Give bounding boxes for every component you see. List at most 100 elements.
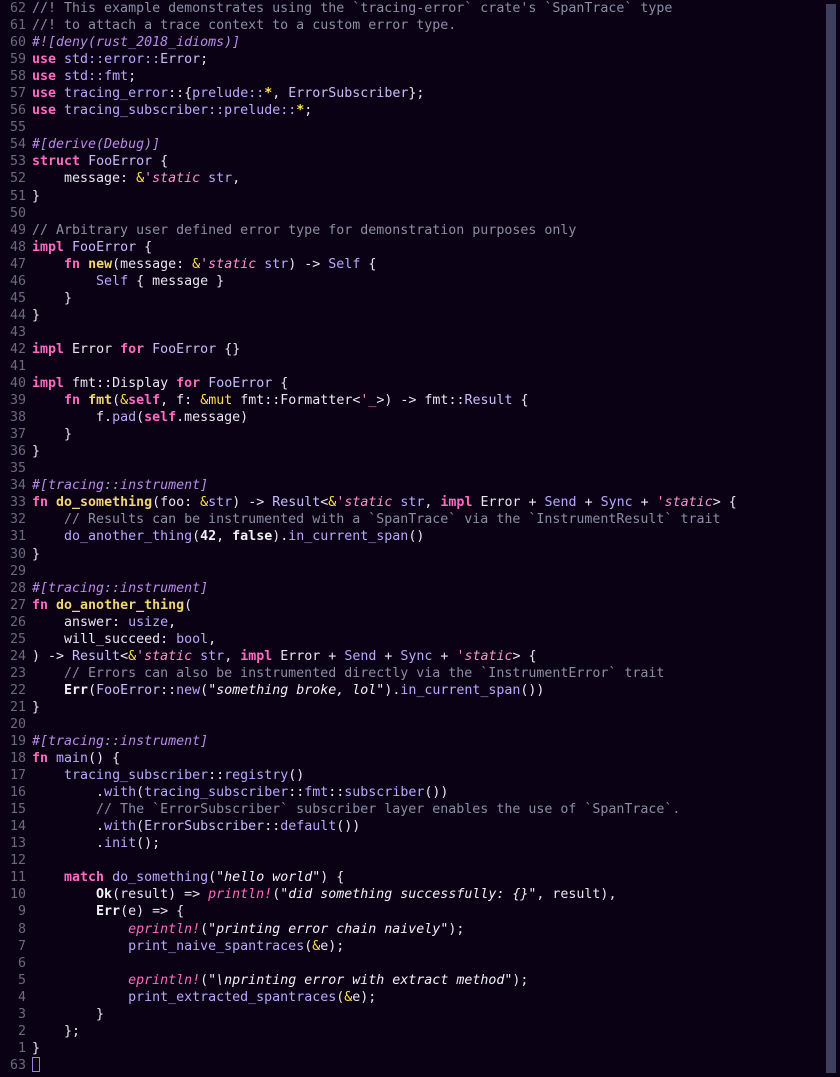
line-number: 57	[9, 86, 26, 102]
code-line[interactable]: 24) -> Result<&'static str, impl Error +…	[0, 648, 840, 665]
code-lines-container[interactable]: 62//! This example demonstrates using th…	[0, 0, 840, 1074]
code-line[interactable]: 8 eprintln!("printing error chain naivel…	[0, 921, 840, 938]
code-line[interactable]: 49 // Arbitrary user defined error type f…	[0, 222, 840, 239]
code-line[interactable]: 57 use tracing_error::{prelude::*, ErrorS…	[0, 85, 840, 102]
line-number: 37	[9, 427, 26, 443]
code-line[interactable]: 56 use tracing_subscriber::prelude::*;	[0, 102, 840, 119]
code-line[interactable]: 13 .init();	[0, 835, 840, 852]
code-token: ::	[144, 52, 161, 68]
code-line[interactable]: 54 #[derive(Debug)]	[0, 136, 840, 153]
code-line[interactable]: 45 }	[0, 290, 840, 307]
code-line[interactable]: 47 fn new(message: &'static str) -> Self…	[0, 256, 840, 273]
line-number: 34	[9, 478, 26, 494]
code-line[interactable]: 15 // The `ErrorSubscriber` subscriber l…	[0, 801, 840, 818]
code-line[interactable]: 46 Self { message }	[0, 273, 840, 290]
code-line[interactable]: 60 #![deny(rust_2018_idioms)]	[0, 34, 840, 51]
code-line[interactable]: 62 //! This example demonstrates using th…	[0, 0, 840, 17]
code-line[interactable]: 20	[0, 716, 840, 733]
vertical-scrollbar-thumb[interactable]	[826, 4, 836, 1073]
code-line[interactable]: 25 will_succeed: bool,	[0, 631, 840, 648]
code-line[interactable]: 58 use std::fmt;	[0, 68, 840, 85]
code-token: default	[280, 819, 337, 835]
code-token: () {	[88, 751, 121, 767]
code-line[interactable]: 5 eprintln!("\nprinting error with extra…	[0, 972, 840, 989]
code-line[interactable]: 29	[0, 563, 840, 580]
code-line[interactable]: 44}	[0, 307, 840, 324]
code-line-text: message: &'static str,	[32, 170, 840, 187]
code-line[interactable]: 34 #[tracing::instrument]	[0, 477, 840, 494]
code-line[interactable]: 41	[0, 358, 840, 375]
code-token: Ok	[96, 887, 113, 903]
vertical-scrollbar-track[interactable]	[822, 0, 840, 1077]
code-line[interactable]: 33 fn do_something(foo: &str) -> Result<&…	[0, 494, 840, 511]
code-line[interactable]: 55	[0, 119, 840, 136]
code-line[interactable]: 26 answer: usize,	[0, 614, 840, 631]
code-line[interactable]: 16 .with(tracing_subscriber::fmt::subscr…	[0, 784, 840, 801]
current-line[interactable]: 63	[0, 1056, 840, 1074]
code-token: match	[64, 870, 105, 886]
code-line[interactable]: 27 fn do_another_thing(	[0, 597, 840, 614]
code-token: +	[376, 648, 401, 664]
code-line[interactable]: 61 //! to attach a trace context to a cus…	[0, 17, 840, 34]
code-line[interactable]: 4 print_extracted_spantraces(&e);	[0, 989, 840, 1006]
code-token: tracing_subscriber	[144, 785, 289, 801]
code-line[interactable]: 51}	[0, 188, 840, 205]
code-line[interactable]: 21}	[0, 699, 840, 716]
code-line[interactable]: 50	[0, 205, 840, 222]
code-token: ::	[328, 785, 345, 801]
code-token: will_succeed:	[32, 631, 177, 647]
code-line-text: fn do_another_thing(	[32, 597, 840, 614]
code-line[interactable]: 10 Ok(result) => println!("did something…	[0, 886, 840, 903]
code-line[interactable]: 9 Err(e) => {	[0, 903, 840, 920]
code-line[interactable]: 38 f.pad(self.message)	[0, 409, 840, 426]
code-line[interactable]: 59 use std::error::Error;	[0, 51, 840, 68]
code-line[interactable]: 18 fn main() {	[0, 750, 840, 767]
code-line[interactable]: 52 message: &'static str,	[0, 170, 840, 187]
code-token: }	[32, 699, 41, 715]
code-line[interactable]: 48 impl FooError {	[0, 239, 840, 256]
code-token: .message)	[176, 410, 249, 426]
code-line[interactable]: 35	[0, 460, 840, 477]
code-line[interactable]: 6	[0, 955, 840, 972]
code-line[interactable]: 17 tracing_subscriber::registry()	[0, 767, 840, 784]
line-number: 45	[9, 290, 26, 306]
code-line[interactable]: 7 print_naive_spantraces(&e);	[0, 938, 840, 955]
code-token: ,	[424, 495, 441, 511]
code-token: Formatter	[280, 393, 353, 409]
code-line[interactable]: 53 struct FooError {	[0, 153, 840, 170]
code-line-text: .init();	[32, 835, 840, 852]
code-token: &	[136, 171, 145, 187]
code-line[interactable]: 36}	[0, 443, 840, 460]
code-line[interactable]: 12	[0, 852, 840, 869]
code-line[interactable]: 42 impl Error for FooError {}	[0, 341, 840, 358]
code-line[interactable]: 14 .with(ErrorSubscriber::default())	[0, 818, 840, 835]
code-line[interactable]: 2 };	[0, 1023, 840, 1040]
code-line[interactable]: 37 }	[0, 426, 840, 443]
code-line[interactable]: 1}	[0, 1040, 840, 1057]
code-token: ErrorSubscriber	[144, 819, 265, 835]
code-editor[interactable]: 62//! This example demonstrates using th…	[0, 0, 840, 1077]
code-line[interactable]: 32 // Results can be instrumented with a…	[0, 511, 840, 528]
code-line[interactable]: 3 }	[0, 1006, 840, 1023]
code-line[interactable]: 31 do_another_thing(42, false).in_curren…	[0, 528, 840, 545]
code-token: eprintln!	[128, 921, 201, 937]
code-token: fn	[64, 393, 81, 409]
code-line[interactable]: 28 #[tracing::instrument]	[0, 580, 840, 597]
code-line-text: // Errors can also be instrumented direc…	[32, 665, 840, 682]
code-token: Self	[96, 273, 129, 289]
code-line[interactable]: 19 #[tracing::instrument]	[0, 733, 840, 750]
code-line[interactable]: 23 // Errors can also be instrumented di…	[0, 665, 840, 682]
code-line[interactable]: 30}	[0, 546, 840, 563]
code-line[interactable]: 43	[0, 324, 840, 341]
code-line-text: tracing_subscriber::registry()	[32, 767, 840, 784]
code-line[interactable]: 39 fn fmt(&self, f: &mut fmt::Formatter<…	[0, 392, 840, 409]
code-line[interactable]: 40 impl fmt::Display for FooError {	[0, 375, 840, 392]
code-line[interactable]: 22 Err(FooError::new("something broke, l…	[0, 682, 840, 699]
code-line[interactable]: 11 match do_something("hello world") {	[0, 869, 840, 886]
code-token: 'static	[656, 495, 713, 511]
